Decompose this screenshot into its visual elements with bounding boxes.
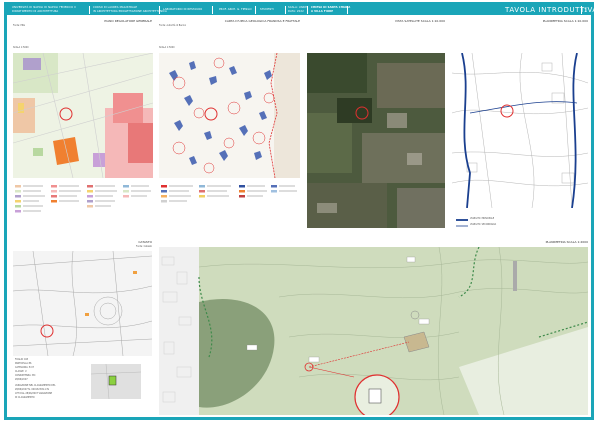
panel-title: PLANIMETRIA SCALA 1:2000 — [545, 240, 588, 244]
carta-map — [159, 53, 300, 178]
header-separator — [255, 6, 256, 14]
catasto-date: 28/06/2007 — [15, 378, 28, 381]
header-separator — [212, 6, 213, 14]
prg-legend — [15, 185, 151, 213]
lab-name: LABORATORIO DI RESTAURO — [163, 8, 203, 11]
legend-main-road: VIABILITA' PRINCIPALE — [470, 217, 495, 220]
panel-title: VISTA SATELLITE SCALA 1:10.000 — [394, 19, 445, 23]
panel-catasto: CATASTO Fonte: Catasto FOGLIO 043 PARTIC… — [11, 239, 154, 417]
legend-secondary-road-symbol — [456, 225, 468, 227]
catasto-particella: PARTICELLA 86 — [15, 362, 32, 365]
panel-planimetria-top: PLANIMETRIA SCALA 1:10.000 VIABILITA' PR… — [450, 18, 590, 236]
catasto-note-line4: DI CLASSAMENTO — [15, 396, 35, 399]
professor-name: PROF. ARCH. G. FIENGO — [219, 8, 252, 11]
sheet-frame: UNIVERSITÀ DI NAPOLI DI NAPOLI FEDERICO … — [4, 2, 597, 420]
scale-line2: DATA: 2022 — [288, 9, 304, 13]
catasto-categoria: CATEGORIA: B 07 — [15, 366, 35, 369]
header-separator — [307, 6, 308, 14]
panel-satellite: VISTA SATELLITE SCALA 1:10.000 — [305, 18, 447, 236]
panel-scale-note: SCALA 1:5000 — [159, 46, 175, 49]
catasto-consistenza: CONSISTENZA: MC — [15, 374, 36, 377]
header-separator — [581, 6, 582, 14]
header-separator — [285, 6, 286, 14]
course-line2: IN ARCHITETTURA PROGETTAZIONE ARCHITETTO… — [93, 9, 167, 13]
catasto-foglio: FOGLIO 043 — [15, 358, 29, 361]
panel-reference: Fonte: PRG — [13, 24, 26, 27]
satellite-image — [307, 53, 445, 228]
prg-map — [13, 53, 153, 178]
catasto-classe: CLASSE: U — [15, 370, 27, 373]
carta-legend — [161, 185, 297, 203]
panel-carta: CARTA D'UPICA GEOLOGICA FRANOSA E FRATTA… — [157, 18, 302, 236]
catasto-inset-map — [91, 364, 141, 399]
legend-secondary-road: VIABILITA' SECONDARIA — [470, 223, 497, 226]
project-line2: A VILLA FIORE — [311, 9, 334, 13]
catasto-note-line2: 28/06/2007 N. 000132309.1 IN — [15, 388, 49, 391]
panel-scale-note: SCALA 1:5000 — [13, 46, 29, 49]
panel-title: CARTA D'UPICA GEOLOGICA FRANOSA E FRATTA… — [224, 19, 300, 23]
panel-planimetria-bottom: PLANIMETRIA SCALA 1:2000 — [157, 239, 590, 417]
university-line2: DIPARTIMENTO DI ARCHITETTURA — [12, 9, 59, 13]
panel-prg: PIANO REGOLATORE GENERALE Fonte: PRG SCA… — [11, 18, 154, 236]
catasto-note-line3: ATTI DAL 28/06/2007 VARIAZIONE — [15, 392, 53, 395]
header-separator — [159, 6, 160, 14]
catasto-note-line1: VARIAZIONE NEL CLASSAMENTO DEL — [15, 384, 56, 387]
header-separator — [347, 6, 348, 14]
header-separator — [89, 6, 90, 14]
document-sheet: UNIVERSITÀ DI NAPOLI DI NAPOLI FEDERICO … — [0, 0, 600, 424]
title-block-header: UNIVERSITÀ DI NAPOLI DI NAPOLI FEDERICO … — [7, 5, 597, 15]
panel-title: PLANIMETRIA SCALA 1:10.000 — [542, 19, 588, 23]
planimetria-map — [452, 53, 588, 208]
planimetria-site-plan — [159, 247, 588, 415]
panel-reference: Fonte: Catasto — [136, 245, 152, 248]
panel-title: CATASTO — [138, 240, 152, 244]
panel-title: PIANO REGOLATORE GENERALE — [104, 19, 152, 23]
panel-reference: Fonte: Autorità di Bacino — [159, 24, 187, 27]
sheet-number: 1 — [584, 8, 588, 14]
catasto-map — [13, 251, 152, 356]
students-label: STUDENTI — [260, 8, 274, 11]
